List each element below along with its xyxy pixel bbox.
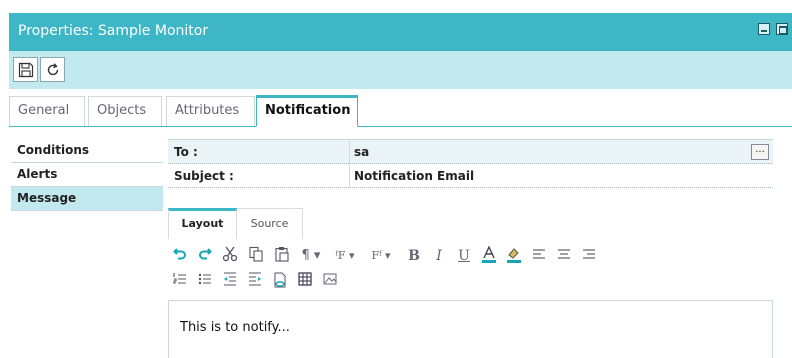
numbered-list-icon[interactable] xyxy=(170,272,190,292)
tabs-underline xyxy=(9,126,792,127)
sidenav-item-conditions[interactable]: Conditions xyxy=(11,139,163,163)
outdent-icon[interactable] xyxy=(220,272,240,292)
underline-icon[interactable]: U xyxy=(454,246,474,266)
subject-field-row: Subject : Notification Email xyxy=(168,164,773,188)
refresh-button[interactable] xyxy=(40,57,65,82)
align-left-icon[interactable] xyxy=(529,246,549,266)
align-center-icon[interactable] xyxy=(554,246,574,266)
tab-attributes[interactable]: Attributes xyxy=(166,96,255,126)
message-editor[interactable]: This is to notify... xyxy=(168,300,773,358)
save-icon xyxy=(18,62,34,78)
editor-toolbar: ¶ ▾ ᶠF ▾ Fᶠ ▾ B I U xyxy=(170,242,770,300)
property-tabs: General Objects Attributes Notification xyxy=(9,95,792,127)
editor-tabs: Layout Source xyxy=(168,208,308,239)
cut-icon[interactable] xyxy=(220,246,240,266)
indent-icon[interactable] xyxy=(245,272,265,292)
subject-field[interactable]: Notification Email xyxy=(354,169,474,183)
italic-icon[interactable]: I xyxy=(429,246,449,266)
minimize-icon[interactable] xyxy=(758,23,770,35)
window-titlebar: Properties: Sample Monitor xyxy=(9,13,792,51)
align-right-icon[interactable] xyxy=(579,246,599,266)
tab-notification[interactable]: Notification xyxy=(256,95,358,127)
tab-source[interactable]: Source xyxy=(237,208,303,239)
font-size-icon[interactable]: Fᶠ ▾ xyxy=(364,246,398,266)
to-field[interactable]: sa xyxy=(354,145,369,159)
sidenav-item-message[interactable]: Message xyxy=(11,187,163,211)
notification-sidenav: Conditions Alerts Message xyxy=(11,139,163,211)
bold-icon[interactable]: B xyxy=(404,246,424,266)
tab-general[interactable]: General xyxy=(9,96,85,126)
to-field-row: To : sa ... xyxy=(168,140,773,164)
font-name-icon[interactable]: ᶠF ▾ xyxy=(328,246,362,266)
properties-toolbar xyxy=(9,51,792,89)
bulleted-list-icon[interactable] xyxy=(195,272,215,292)
to-label: To : xyxy=(174,145,198,159)
field-divider xyxy=(349,140,350,163)
redo-icon[interactable] xyxy=(195,246,215,266)
refresh-icon xyxy=(47,63,59,76)
window-title: Properties: Sample Monitor xyxy=(18,23,209,39)
sidenav-item-alerts[interactable]: Alerts xyxy=(11,163,163,187)
undo-icon[interactable] xyxy=(170,246,190,266)
paste-icon[interactable] xyxy=(272,246,292,266)
copy-icon[interactable] xyxy=(246,246,266,266)
insert-table-icon[interactable] xyxy=(295,272,315,292)
tab-objects[interactable]: Objects xyxy=(88,96,162,126)
highlight-color-icon[interactable] xyxy=(504,246,524,266)
message-body-text: This is to notify... xyxy=(180,320,290,335)
message-fields: To : sa ... Subject : Notification Email xyxy=(168,139,773,188)
font-color-icon[interactable] xyxy=(479,245,499,266)
tab-layout[interactable]: Layout xyxy=(168,208,237,239)
subject-label: Subject : xyxy=(174,169,234,183)
insert-link-icon[interactable] xyxy=(270,272,290,292)
save-button[interactable] xyxy=(13,57,38,82)
field-divider xyxy=(349,164,350,187)
maximize-icon[interactable] xyxy=(776,23,788,35)
paragraph-format-icon[interactable]: ¶ ▾ xyxy=(296,246,326,266)
browse-recipients-button[interactable]: ... xyxy=(751,144,769,160)
insert-image-icon[interactable] xyxy=(320,272,340,292)
